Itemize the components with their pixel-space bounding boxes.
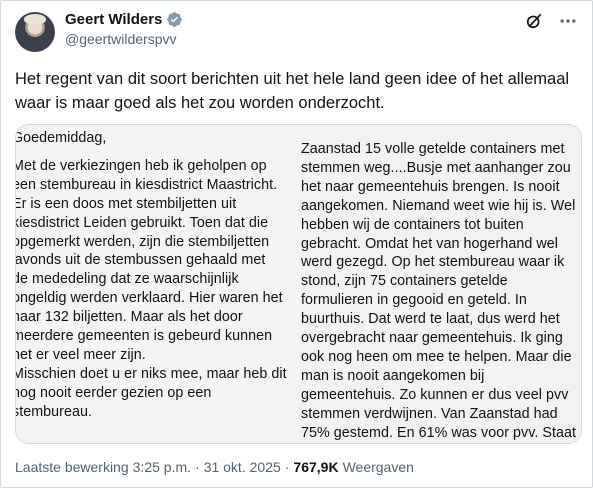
right-line: formulieren in gegooid en geteld. In	[301, 292, 527, 309]
left-line: het er veel meer zijn.	[16, 346, 146, 363]
right-line: hebben wij de containers tot buiten	[301, 216, 524, 233]
tweet-card: Geert Wilders @geertwilderspvv Het regen…	[0, 0, 593, 488]
left-line: stembureau.	[16, 403, 93, 420]
left-line: de mededeling dat ze waarschijnlijk	[16, 271, 239, 288]
right-line: ook nog heen om mee te helpen. Maar die	[301, 348, 572, 365]
author-handle[interactable]: @geertwilderspvv	[65, 31, 176, 47]
right-line: buurthuis. Dat werd te laat, dus werd he…	[301, 311, 560, 328]
right-line: gebracht. Omdat het van hogerhand wel	[301, 235, 558, 252]
media-image-right[interactable]: Zaanstad 15 volle getelde containers met…	[298, 125, 581, 443]
left-line: meerdere gemeenten is gebeurd kunnen	[16, 328, 273, 345]
tweet-text: Het regent van dit soort berichten uit h…	[15, 70, 570, 112]
right-line: Zaanstad 15 volle getelde containers met	[301, 141, 565, 157]
right-line: werd gezegd. Op het stembureau waar ik	[301, 254, 565, 271]
views-count: 767,9K	[293, 459, 339, 475]
left-line: naar 132 biljetten. Maar als het door	[16, 309, 243, 326]
more-icon[interactable]	[558, 11, 578, 31]
verified-badge-icon	[166, 11, 183, 28]
right-screenshot-text: Zaanstad 15 volle getelde containers met…	[301, 140, 576, 443]
separator: ·	[195, 459, 200, 475]
left-line: een stembureau in kiesdistrict Maastrich…	[16, 176, 278, 193]
left-line: Er is een doos met stembiljetten uit	[16, 195, 237, 212]
left-line: Met de verkiezingen heb ik geholpen op	[16, 157, 267, 174]
left-line: kiesdistrict Leiden gebruikt. Toen dat d…	[16, 214, 269, 231]
media-image-left[interactable]: Goedemiddag, Met de verkiezingen heb ik g…	[16, 125, 298, 443]
tweet-header: Geert Wilders @geertwilderspvv	[15, 9, 578, 53]
left-line: Goedemiddag,	[16, 130, 107, 146]
avatar[interactable]	[15, 12, 55, 52]
grok-icon[interactable]	[524, 11, 544, 31]
views-label: Weergaven	[342, 459, 414, 475]
tweet-time[interactable]: 3:25 p.m.	[133, 459, 191, 475]
left-line: Misschien doet u er niks mee, maar heb d…	[16, 365, 287, 382]
right-line: stond, zijn 75 containers getelde	[301, 273, 508, 290]
right-line: man is nooit aangekomen bij	[301, 367, 485, 384]
header-actions	[524, 11, 578, 31]
right-line: stemmen weg....Busje met aanhanger zou	[301, 159, 571, 176]
left-line: ongeldig werden verklaard. Hier waren he…	[16, 290, 283, 307]
left-line: nog nooit eerder gezien op een	[16, 384, 212, 401]
left-screenshot-text: Goedemiddag, Met de verkiezingen heb ik g…	[16, 129, 287, 422]
right-line: overgebracht naar gemeentehuis. Ik ging	[301, 330, 563, 347]
separator: ·	[284, 459, 290, 475]
edited-label[interactable]: Laatste bewerking	[15, 459, 129, 475]
tweet-footer: Laatste bewerking 3:25 p.m. · 31 okt. 20…	[15, 459, 414, 475]
right-line: het naar gemeentehuis brengen. Is nooit	[301, 178, 560, 195]
right-line: stemmen verdwijnen. Van Zaanstad had	[301, 405, 558, 422]
right-line: aangekomen. Niemand weet wie hij is. Wel	[301, 197, 576, 214]
right-line: gemeentehuis. Zo kunnen er dus veel pvv	[301, 386, 569, 403]
right-line: 75% gestemd. En 61% was voor pvv. Staat	[301, 424, 577, 441]
tweet-media[interactable]: Goedemiddag, Met de verkiezingen heb ik g…	[15, 124, 582, 444]
left-line: opgemerkt werden, zijn die stembiljetten	[16, 233, 270, 250]
tweet-date[interactable]: 31 okt. 2025	[204, 459, 281, 475]
left-line: 'avonds uit de stembussen gehaald met	[16, 252, 266, 269]
display-name[interactable]: Geert Wilders	[65, 11, 162, 28]
name-row: Geert Wilders	[65, 11, 183, 28]
